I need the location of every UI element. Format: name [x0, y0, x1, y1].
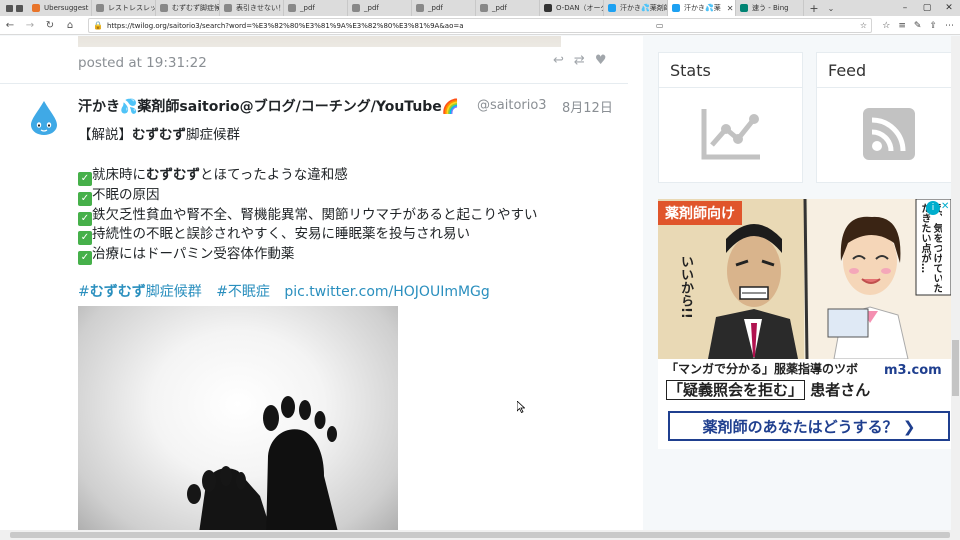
browser-tab[interactable]: _pdf [348, 0, 412, 16]
page-viewport: posted at 19:31:22 ↩ ⇄ ♥ 汗かき💦薬剤師saitorio… [0, 36, 960, 540]
tab-favicon-icon [544, 4, 552, 12]
ad-brand-logo: m3.com [884, 363, 942, 378]
browser-tab[interactable]: _pdf [412, 0, 476, 16]
favorite-star-icon[interactable]: ☆ [860, 21, 867, 30]
posted-at-label[interactable]: posted at 19:31:22 [78, 55, 207, 71]
check-mark-icon: ✓ [78, 251, 92, 265]
browser-tab[interactable]: _pdf [284, 0, 348, 16]
tab-favicon-icon [96, 4, 104, 12]
window-system-icons[interactable] [0, 0, 28, 16]
tab-favicon-icon [224, 4, 232, 12]
tweet-divider [0, 83, 628, 84]
feet-silhouette-image [187, 396, 340, 540]
browser-tab-active[interactable]: 汗かき💦薬 ✕ [668, 0, 736, 16]
more-icon[interactable]: ⋯ [945, 21, 954, 31]
browser-toolbar: ☆ ≡ ✎ ⇪ ⋯ [882, 16, 954, 35]
ad-cta-button[interactable]: 薬剤師のあなたはどうする？ ❯ [668, 411, 950, 441]
advertisement-banner[interactable]: 薬剤師向け いいから!! え、気をつけていただきたい点が… i ✕ 「マンガで分… [658, 199, 951, 449]
mouse-cursor-icon [517, 401, 525, 413]
scrollbar-thumb[interactable] [952, 340, 959, 396]
new-tab-button[interactable]: + [804, 2, 824, 15]
address-bar-row: ← → ↻ ⌂ 🔒 https://twilog.org/saitorio3/s… [0, 16, 960, 35]
hashtag-link[interactable]: #不眠症 [216, 284, 270, 300]
tab-favicon-icon [608, 4, 616, 12]
share-icon[interactable]: ⇪ [929, 21, 937, 31]
hashtag-link[interactable]: #むずむず脚症候群 [78, 284, 202, 300]
browser-tab[interactable]: O-DAN（オーダン） [540, 0, 604, 16]
browser-tab[interactable]: 速う - Bing [736, 0, 804, 16]
refresh-icon[interactable]: ↻ [40, 20, 60, 31]
browser-tab[interactable]: _pdf [476, 0, 540, 16]
tweet-actions: ↩ ⇄ ♥ [553, 53, 606, 68]
url-field[interactable]: 🔒 https://twilog.org/saitorio3/search?wo… [88, 18, 872, 33]
forward-icon[interactable]: → [20, 20, 40, 31]
close-tab-icon[interactable]: ✕ [727, 4, 734, 13]
reading-list-icon[interactable]: ≡ [898, 21, 906, 31]
browser-tab[interactable]: 表引きせない！ [220, 0, 284, 16]
reply-icon[interactable]: ↩ [553, 53, 564, 68]
tweet-photo[interactable] [78, 306, 398, 540]
minimize-icon[interactable]: – [894, 0, 916, 16]
maximize-icon[interactable]: ▢ [916, 0, 938, 16]
sidebar: Stats Feed 薬剤師向け いいから!! え、気をつけていただきたい点が…… [643, 36, 960, 540]
close-window-icon[interactable]: ✕ [938, 0, 960, 16]
line-chart-icon [701, 109, 760, 160]
tab-favicon-icon [160, 4, 168, 12]
tab-favicon-icon [288, 4, 296, 12]
tab-favicon-icon [672, 4, 680, 12]
back-icon[interactable]: ← [0, 20, 20, 31]
favorites-icon[interactable]: ☆ [882, 21, 890, 31]
window-controls: – ▢ ✕ [894, 0, 960, 16]
tweet-date[interactable]: 8月12日 [562, 97, 613, 116]
tweet-title: 【解説】むずむず脚症候群 [78, 127, 240, 143]
like-heart-icon[interactable]: ♥ [595, 53, 607, 68]
home-icon[interactable]: ⌂ [60, 20, 80, 31]
lock-icon: 🔒 [93, 21, 103, 30]
widget-divider [659, 87, 802, 88]
ad-close-icon[interactable]: ✕ [941, 201, 949, 212]
tweet-username[interactable]: 汗かき💦薬剤師saitorio@ブログ/コーチング/YouTube🌈 [78, 96, 459, 116]
stats-title: Stats [670, 61, 711, 80]
ad-manga-image: 薬剤師向け いいから!! え、気をつけていただきたい点が… i ✕ [658, 199, 951, 360]
browser-tab[interactable]: レストレスレッグス症 [92, 0, 156, 16]
reading-view-icon[interactable]: ▭ [656, 21, 664, 30]
browser-tab[interactable]: Ubersuggest [28, 0, 92, 16]
tab-list-chevron-icon[interactable]: ⌄ [824, 4, 838, 13]
vertical-scrollbar[interactable] [951, 36, 960, 540]
pen-icon[interactable]: ✎ [914, 21, 922, 31]
ad-tagline: 「マンガで分かる」服薬指導のツボ [666, 362, 859, 376]
ad-badge: 薬剤師向け [658, 201, 742, 225]
tab-favicon-icon [480, 4, 488, 12]
browser-tab[interactable]: むずむず脚症候群 [156, 0, 220, 16]
tab-favicon-icon [416, 4, 424, 12]
widget-divider [817, 87, 960, 88]
feed-widget[interactable]: Feed [816, 52, 960, 183]
stats-widget[interactable]: Stats [658, 52, 803, 183]
tweet-links: #むずむず脚症候群 #不眠症 pic.twitter.com/HOJOUImMG… [78, 281, 500, 301]
pic-link[interactable]: pic.twitter.com/HOJOUImMGg [284, 284, 489, 300]
ad-headline: 「疑義照会を拒む」 患者さん [666, 380, 871, 400]
tweet-line: ✓ 治療にはドーパミン受容体作動薬 [78, 242, 294, 265]
browser-tab[interactable]: 汗かき💦薬剤師 [604, 0, 668, 16]
ad-speech-left: いいから!! [678, 255, 693, 319]
previous-tweet-image-edge [78, 36, 561, 47]
scrollbar-thumb[interactable] [10, 532, 950, 538]
retweet-icon[interactable]: ⇄ [574, 53, 585, 68]
tweet-handle[interactable]: @saitorio3 [477, 98, 547, 113]
avatar[interactable] [28, 100, 60, 136]
tab-favicon-icon [740, 4, 748, 12]
horizontal-scrollbar[interactable] [0, 530, 960, 540]
tab-favicon-icon [32, 4, 40, 12]
rss-feed-icon [863, 108, 915, 160]
ad-speech-right: え、気をつけていただきたい点が… [919, 203, 942, 293]
ad-info-icon[interactable]: i [926, 201, 940, 215]
timeline-column: posted at 19:31:22 ↩ ⇄ ♥ 汗かき💦薬剤師saitorio… [0, 36, 643, 540]
tab-favicon-icon [352, 4, 360, 12]
feed-title: Feed [828, 61, 867, 80]
browser-tab-bar: Ubersuggest レストレスレッグス症 むずむず脚症候群 表引きせない！ … [0, 0, 960, 16]
